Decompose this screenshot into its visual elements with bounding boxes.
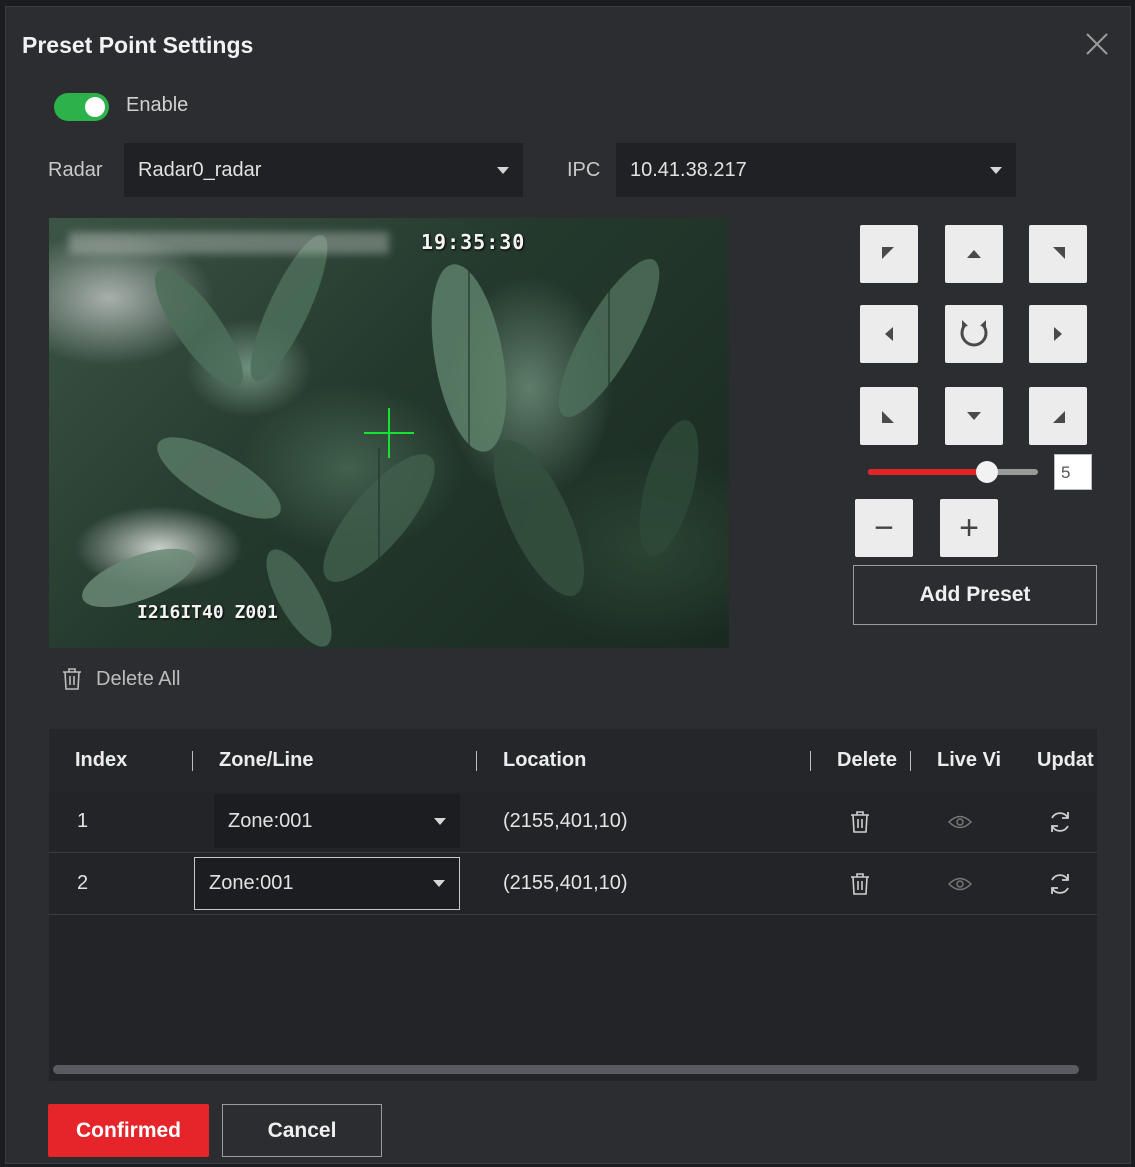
enable-toggle[interactable] [54,93,109,121]
zoom-out-button[interactable]: − [855,499,913,557]
preset-point-dialog: Preset Point Settings Enable Radar Radar… [5,6,1131,1164]
radar-select[interactable]: Radar0_radar [124,143,523,197]
chevron-down-icon [433,880,445,887]
horizontal-scrollbar[interactable] [53,1065,1079,1074]
ptz-speed-input[interactable]: 5 [1054,454,1092,490]
ptz-up-button[interactable] [945,225,1003,283]
column-header-update: Updat [1037,749,1094,771]
confirm-button[interactable]: Confirmed [48,1104,209,1157]
zone-select-value: Zone:001 [228,809,313,832]
table-row: 2 Zone:001 (2155,401,10) [49,853,1097,915]
column-header-location: Location [503,749,587,771]
eye-icon[interactable] [940,853,980,914]
cancel-button[interactable]: Cancel [222,1104,382,1157]
dialog-title: Preset Point Settings [22,32,254,58]
zone-select[interactable]: Zone:001 [214,794,460,848]
live-video-view[interactable]: 19:35:30 I216IT40 Z001 [49,218,729,648]
zone-select[interactable]: Zone:001 [194,857,460,910]
refresh-icon [960,320,988,347]
osd-timestamp: 19:35:30 [421,230,526,254]
osd-blurred-text [69,232,389,254]
delete-all-button[interactable]: Delete All [62,667,181,691]
eye-icon[interactable] [940,791,980,852]
ptz-down-button[interactable] [945,387,1003,445]
osd-channel-id: I216IT40 Z001 [137,602,278,623]
cell-location: (2155,401,10) [503,872,628,894]
cell-index: 2 [77,872,89,894]
close-icon[interactable] [1082,29,1112,59]
ipc-label: IPC [567,159,601,181]
ptz-down-left-button[interactable] [860,387,918,445]
refresh-icon[interactable] [1040,853,1080,914]
ptz-left-button[interactable] [860,305,918,363]
column-header-delete: Delete [837,749,898,771]
cell-index: 1 [77,810,89,832]
slider-thumb[interactable] [976,461,998,483]
refresh-icon[interactable] [1040,791,1080,852]
table-row: 1 Zone:001 (2155,401,10) [49,791,1097,853]
chevron-down-icon [497,166,509,174]
ipc-select-value: 10.41.38.217 [630,158,747,181]
column-header-index: Index [75,749,128,771]
column-header-zone: Zone/Line [219,749,314,771]
add-preset-button[interactable]: Add Preset [853,565,1097,625]
crosshair-icon [364,408,414,458]
ptz-down-right-button[interactable] [1029,387,1087,445]
chevron-down-icon [990,166,1002,174]
ptz-up-right-button[interactable] [1029,225,1087,283]
ptz-speed-slider[interactable] [868,461,1038,483]
delete-all-label: Delete All [96,667,181,690]
ptz-refresh-button[interactable] [945,305,1003,363]
preset-table: Index Zone/Line Location Delete Live Vi … [49,729,1097,1081]
table-header: Index Zone/Line Location Delete Live Vi … [49,729,1097,791]
zone-select-value: Zone:001 [209,872,294,894]
trash-icon[interactable] [840,791,880,852]
ptz-up-left-button[interactable] [860,225,918,283]
trash-icon [63,668,81,690]
ipc-select[interactable]: 10.41.38.217 [616,143,1016,197]
slider-fill [868,469,987,475]
enable-label: Enable [126,94,189,116]
ptz-right-button[interactable] [1029,305,1087,363]
trash-icon[interactable] [840,853,880,914]
chevron-down-icon [434,817,446,825]
radar-select-value: Radar0_radar [138,158,262,181]
column-header-live-view: Live Vi [937,749,1002,771]
cell-location: (2155,401,10) [503,810,628,832]
zoom-in-button[interactable]: + [940,499,998,557]
radar-label: Radar [48,159,103,181]
